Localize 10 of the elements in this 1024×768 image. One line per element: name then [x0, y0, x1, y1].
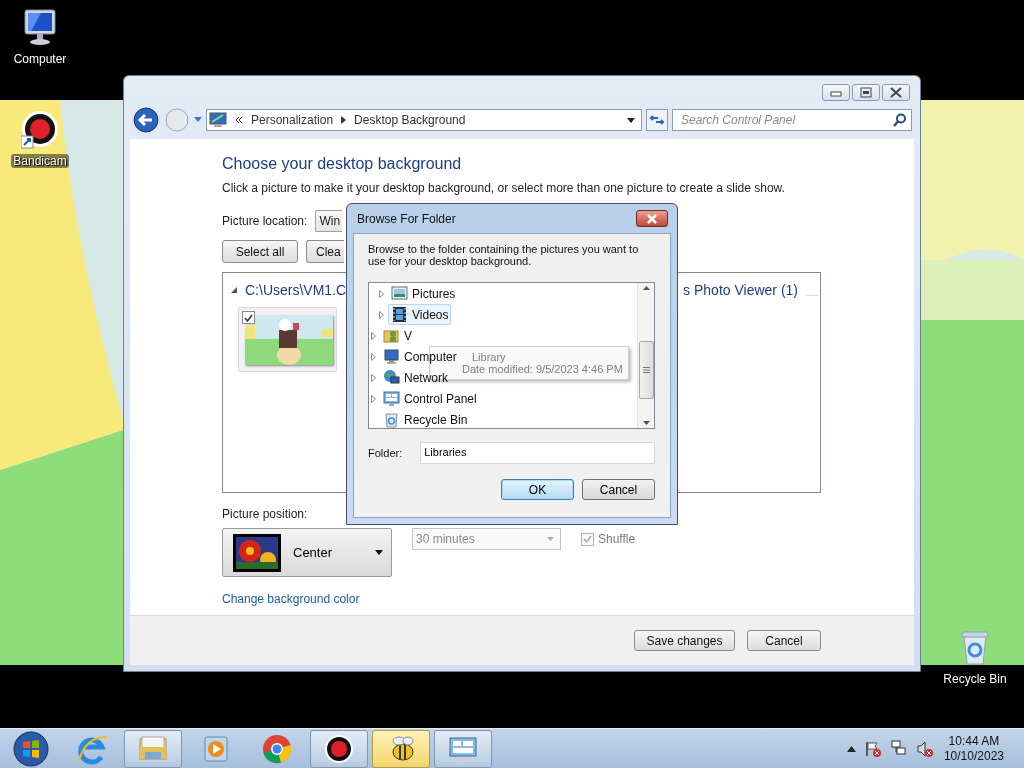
taskbar-app-button[interactable]	[372, 729, 430, 768]
tray-arrow-icon[interactable]	[846, 745, 856, 752]
taskbar-app-button[interactable]	[310, 729, 368, 768]
network-icon[interactable]	[889, 739, 908, 758]
flag-icon[interactable]	[863, 739, 882, 758]
record-icon	[323, 732, 355, 765]
clock-date[interactable]: 10/10/2023	[943, 748, 1004, 764]
clock-time[interactable]: 10:44 AM	[948, 733, 1000, 749]
speaker-muted-icon[interactable]	[915, 739, 934, 758]
chrome-icon	[261, 732, 293, 765]
